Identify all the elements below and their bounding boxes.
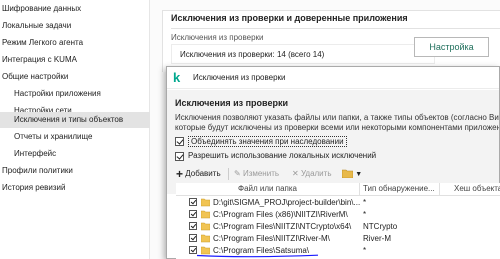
plus-icon: + (176, 167, 184, 181)
exclusions-count: Исключения из проверки: 14 (всего 14) (180, 50, 325, 59)
exclusions-toolbar: + Добавить ✎ Изменить ✕ Удалить ▼ (176, 165, 500, 183)
table-header-divider (176, 195, 500, 196)
pencil-icon: ✎ (234, 169, 241, 178)
folder-icon (201, 222, 210, 231)
kaspersky-logo-icon: k (173, 70, 181, 85)
allow-local-exclusions-checkbox[interactable] (175, 152, 184, 161)
row-path: C:\Program Files (x86)\NIITZI\RiverM\ (213, 210, 348, 219)
exclusions-summary: Исключения из проверки: 14 (всего 14) (171, 44, 435, 64)
allow-local-exclusions-label[interactable]: Разрешить использование локальных исключ… (188, 151, 376, 160)
exclusions-table: Файл или папка Тип обнаружение... Хеш об… (176, 183, 500, 259)
row-type: * (363, 198, 367, 207)
annotation-underline (196, 254, 319, 258)
nav-item-exclusions[interactable]: Исключения и типы объектов (0, 112, 150, 128)
row-checkbox[interactable] (189, 198, 197, 206)
nav-item-app-settings[interactable]: Настройки приложения (0, 86, 150, 102)
import-export-button[interactable]: ▼ (341, 165, 363, 183)
row-type: River-M (363, 234, 391, 243)
table-row[interactable]: C:\Program Files\NIITZI\NTCrypto\x64\ NT… (176, 221, 500, 232)
section-title: Исключения из проверки и доверенные прил… (171, 13, 408, 23)
table-row[interactable]: C:\Program Files (x86)\NIITZI\RiverM\ * (176, 209, 500, 220)
close-icon: ✕ (292, 169, 299, 178)
delete-button[interactable]: ✕ Удалить (292, 165, 331, 183)
dialog-description-line1: Исключения позволяют указать файлы или п… (175, 113, 500, 122)
row-checkbox[interactable] (189, 234, 197, 242)
chevron-down-icon: ▼ (355, 171, 363, 178)
delete-button-label: Удалить (300, 169, 332, 178)
settings-nav: Шифрование данных Локальные задачи Режим… (0, 0, 150, 259)
row-checkbox[interactable] (189, 246, 197, 254)
nav-item-data-encryption[interactable]: Шифрование данных (0, 1, 150, 17)
folder-icon (201, 210, 210, 219)
nav-item-policy-profiles[interactable]: Профили политики (0, 163, 150, 179)
row-type: * (363, 210, 367, 219)
row-path: C:\Program Files\NIITZI\NTCrypto\x64\ (213, 222, 352, 231)
edit-button[interactable]: ✎ Изменить (234, 165, 279, 183)
dialog-titlebar[interactable]: k Исключения из проверки (167, 67, 499, 89)
folder-icon (341, 170, 354, 179)
row-checkbox[interactable] (189, 210, 197, 218)
exclusions-label: Исключения из проверки (171, 33, 264, 42)
nav-item-kuma-integration[interactable]: Интеграция с KUMA (0, 52, 150, 68)
folder-icon (201, 198, 210, 207)
nav-item-general-settings[interactable]: Общие настройки (0, 69, 150, 85)
table-row[interactable]: D:\git\SIGMA_PROJ\project-builder\bin\..… (176, 197, 500, 208)
row-path: D:\git\SIGMA_PROJ\project-builder\bin\..… (213, 198, 360, 207)
edit-button-label: Изменить (242, 169, 280, 178)
merge-inheritance-checkbox[interactable] (175, 137, 184, 146)
folder-icon (201, 234, 210, 243)
col-header-hash[interactable]: Хеш объекта (440, 183, 500, 195)
nav-item-light-agent-mode[interactable]: Режим Легкого агента (0, 35, 150, 51)
dialog-title: Исключения из проверки (193, 73, 286, 82)
dialog-description-line2: которые будут исключены из проверки всем… (175, 123, 500, 132)
table-row[interactable]: C:\Program Files\NIITZI\River-M\ River-M (176, 233, 500, 244)
nav-item-interface[interactable]: Интерфейс (0, 146, 150, 162)
row-type: NTCrypto (363, 222, 398, 231)
nav-item-revision-history[interactable]: История ревизий (0, 180, 150, 196)
add-button[interactable]: + Добавить (176, 165, 221, 183)
nav-item-local-tasks[interactable]: Локальные задачи (0, 18, 150, 34)
row-checkbox[interactable] (189, 222, 197, 230)
nav-item-reports-storage[interactable]: Отчеты и хранилище (0, 129, 150, 145)
section-divider (171, 28, 500, 29)
toolbar-separator (228, 168, 229, 180)
col-header-path[interactable]: Файл или папка (176, 183, 360, 195)
row-path: C:\Program Files\NIITZI\River-M\ (213, 234, 330, 243)
settings-button[interactable]: Настройка (414, 37, 489, 57)
merge-inheritance-label[interactable]: Объединять значения при наследовании (188, 136, 347, 147)
add-button-label: Добавить (185, 169, 221, 179)
row-type: * (363, 246, 367, 255)
dialog-heading: Исключения из проверки (175, 98, 288, 108)
col-header-type[interactable]: Тип обнаружение... (360, 183, 440, 195)
